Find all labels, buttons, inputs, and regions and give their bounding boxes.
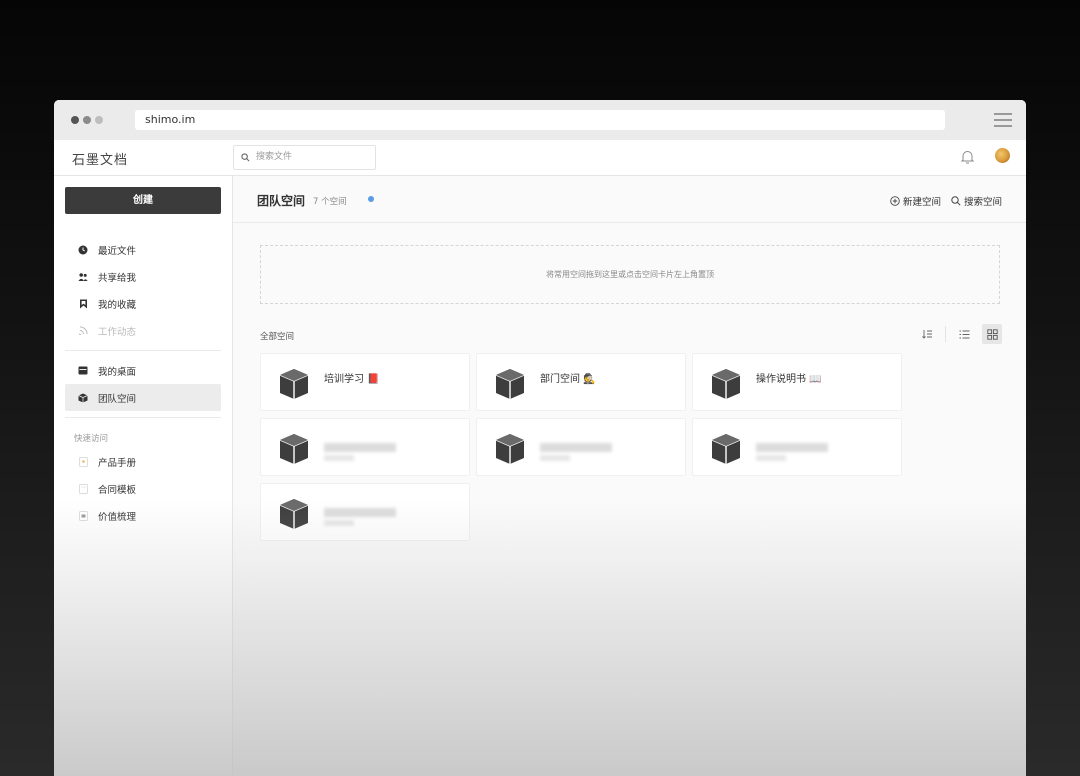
blurred-meta xyxy=(540,455,570,461)
brand-logo[interactable]: 石墨文档 xyxy=(72,149,128,168)
sidebar-item-label: 合同模板 xyxy=(98,484,137,496)
blurred-name xyxy=(324,443,396,452)
grid-view-button[interactable] xyxy=(982,324,1002,344)
status-dot xyxy=(368,196,374,202)
close-window-dot[interactable] xyxy=(71,116,79,124)
quick-item-contract-template[interactable]: 合同模板 xyxy=(54,475,232,502)
quick-item-product-manual[interactable]: 产品手册 xyxy=(54,448,232,475)
people-icon xyxy=(78,272,88,282)
new-space-button[interactable]: 新建空间 xyxy=(890,194,941,208)
space-card[interactable]: 部门空间 🕵 xyxy=(476,353,686,411)
sidebar-item-favorites[interactable]: 我的收藏 xyxy=(54,290,232,317)
space-card[interactable]: 操作说明书 📖 xyxy=(692,353,902,411)
minimize-window-dot[interactable] xyxy=(83,116,91,124)
bookmark-icon xyxy=(78,299,88,309)
cube-icon xyxy=(495,434,525,464)
sidebar-divider xyxy=(65,350,221,351)
content-header: 团队空间 7 个空间 新建空间 搜索空间 xyxy=(233,176,1026,223)
space-card-blurred[interactable] xyxy=(260,418,470,476)
toolbar-divider xyxy=(945,326,946,342)
clock-icon xyxy=(78,245,88,255)
document-icon xyxy=(78,456,88,467)
document-icon xyxy=(78,483,88,494)
search-space-button[interactable]: 搜索空间 xyxy=(951,194,1002,208)
create-button[interactable]: 创建 xyxy=(65,187,221,214)
hamburger-menu-icon[interactable] xyxy=(994,113,1012,127)
sidebar-item-activity[interactable]: 工作动态 xyxy=(54,317,232,344)
sidebar-item-label: 共享给我 xyxy=(98,272,137,284)
sidebar-item-label: 我的收藏 xyxy=(98,299,137,311)
sidebar-item-desktop[interactable]: 我的桌面 xyxy=(54,357,232,384)
cube-icon xyxy=(279,434,309,464)
new-space-label: 新建空间 xyxy=(902,197,941,208)
sidebar-item-recent[interactable]: 最近文件 xyxy=(54,236,232,263)
sidebar-divider xyxy=(65,417,221,418)
cube-icon xyxy=(711,434,741,464)
desktop-icon xyxy=(78,366,88,376)
space-card-blurred[interactable] xyxy=(476,418,686,476)
all-spaces-label: 全部空间 xyxy=(260,332,295,342)
cube-icon xyxy=(279,499,309,529)
cube-icon xyxy=(495,369,525,399)
space-name: 部门空间 🕵 xyxy=(540,374,596,385)
space-name: 操作说明书 📖 xyxy=(756,374,822,385)
quick-access-label: 快速访问 xyxy=(74,434,109,444)
cube-icon xyxy=(279,369,309,399)
search-icon xyxy=(241,153,250,162)
space-card-blurred[interactable] xyxy=(692,418,902,476)
plus-circle-icon xyxy=(890,196,900,206)
book-emoji: 📕 xyxy=(367,374,380,385)
sidebar-item-label: 产品手册 xyxy=(98,457,137,469)
space-card-blurred[interactable] xyxy=(260,483,470,541)
blurred-name xyxy=(756,443,828,452)
blurred-name xyxy=(540,443,612,452)
open-book-emoji: 📖 xyxy=(809,374,822,385)
sidebar: 创建 最近文件 共享给我 我的收藏 工作动态 我的桌面 团队空间 快速访问 产品… xyxy=(54,176,233,776)
search-icon xyxy=(951,196,961,206)
cube-icon xyxy=(78,393,88,403)
maximize-window-dot[interactable] xyxy=(95,116,103,124)
list-view-button[interactable] xyxy=(954,324,974,344)
search-space-label: 搜索空间 xyxy=(963,197,1002,208)
search-placeholder: 搜索文件 xyxy=(256,152,293,162)
sidebar-item-team-spaces[interactable]: 团队空间 xyxy=(65,384,221,411)
search-input[interactable]: 搜索文件 xyxy=(233,145,376,170)
detective-emoji: 🕵 xyxy=(583,374,596,385)
space-count: 7 个空间 xyxy=(313,197,347,207)
bell-icon[interactable] xyxy=(961,150,974,164)
blurred-name xyxy=(324,508,396,517)
sidebar-item-shared[interactable]: 共享给我 xyxy=(54,263,232,290)
sort-icon xyxy=(921,330,932,339)
sidebar-nav: 最近文件 共享给我 我的收藏 工作动态 xyxy=(54,236,232,344)
grid-icon xyxy=(986,328,998,340)
blurred-meta xyxy=(756,455,786,461)
slides-icon xyxy=(78,510,88,521)
feed-icon xyxy=(78,326,88,336)
blurred-meta xyxy=(324,520,354,526)
sidebar-item-label: 最近文件 xyxy=(98,245,137,257)
space-card[interactable]: 培训学习 📕 xyxy=(260,353,470,411)
sort-button[interactable] xyxy=(917,324,937,344)
list-icon xyxy=(959,330,969,338)
page-title: 团队空间 xyxy=(257,194,306,208)
cube-icon xyxy=(711,369,741,399)
browser-window: shimo.im 石墨文档 搜索文件 创建 最近文件 共享给我 我的收藏 工作动… xyxy=(54,100,1026,776)
sidebar-item-label: 我的桌面 xyxy=(98,366,137,378)
pinned-drop-zone[interactable]: 将常用空间拖到这里或点击空间卡片左上角置顶 xyxy=(260,245,1000,304)
browser-chrome: shimo.im xyxy=(54,100,1026,140)
sidebar-item-label: 价值梳理 xyxy=(98,511,137,523)
address-bar[interactable]: shimo.im xyxy=(135,110,945,130)
main-content: 团队空间 7 个空间 新建空间 搜索空间 将常用空间拖到这里或点击空间卡片左上角… xyxy=(233,176,1026,776)
sidebar-item-label: 团队空间 xyxy=(98,393,137,405)
app-topbar: 石墨文档 搜索文件 xyxy=(54,140,1026,176)
quick-item-value-sorting[interactable]: 价值梳理 xyxy=(54,502,232,529)
view-toolbar xyxy=(917,324,1002,344)
blurred-meta xyxy=(324,455,354,461)
sidebar-item-label: 工作动态 xyxy=(98,326,137,338)
avatar[interactable] xyxy=(995,148,1010,163)
header-actions: 新建空间 搜索空间 xyxy=(890,194,1002,208)
space-name: 培训学习 📕 xyxy=(324,374,380,385)
